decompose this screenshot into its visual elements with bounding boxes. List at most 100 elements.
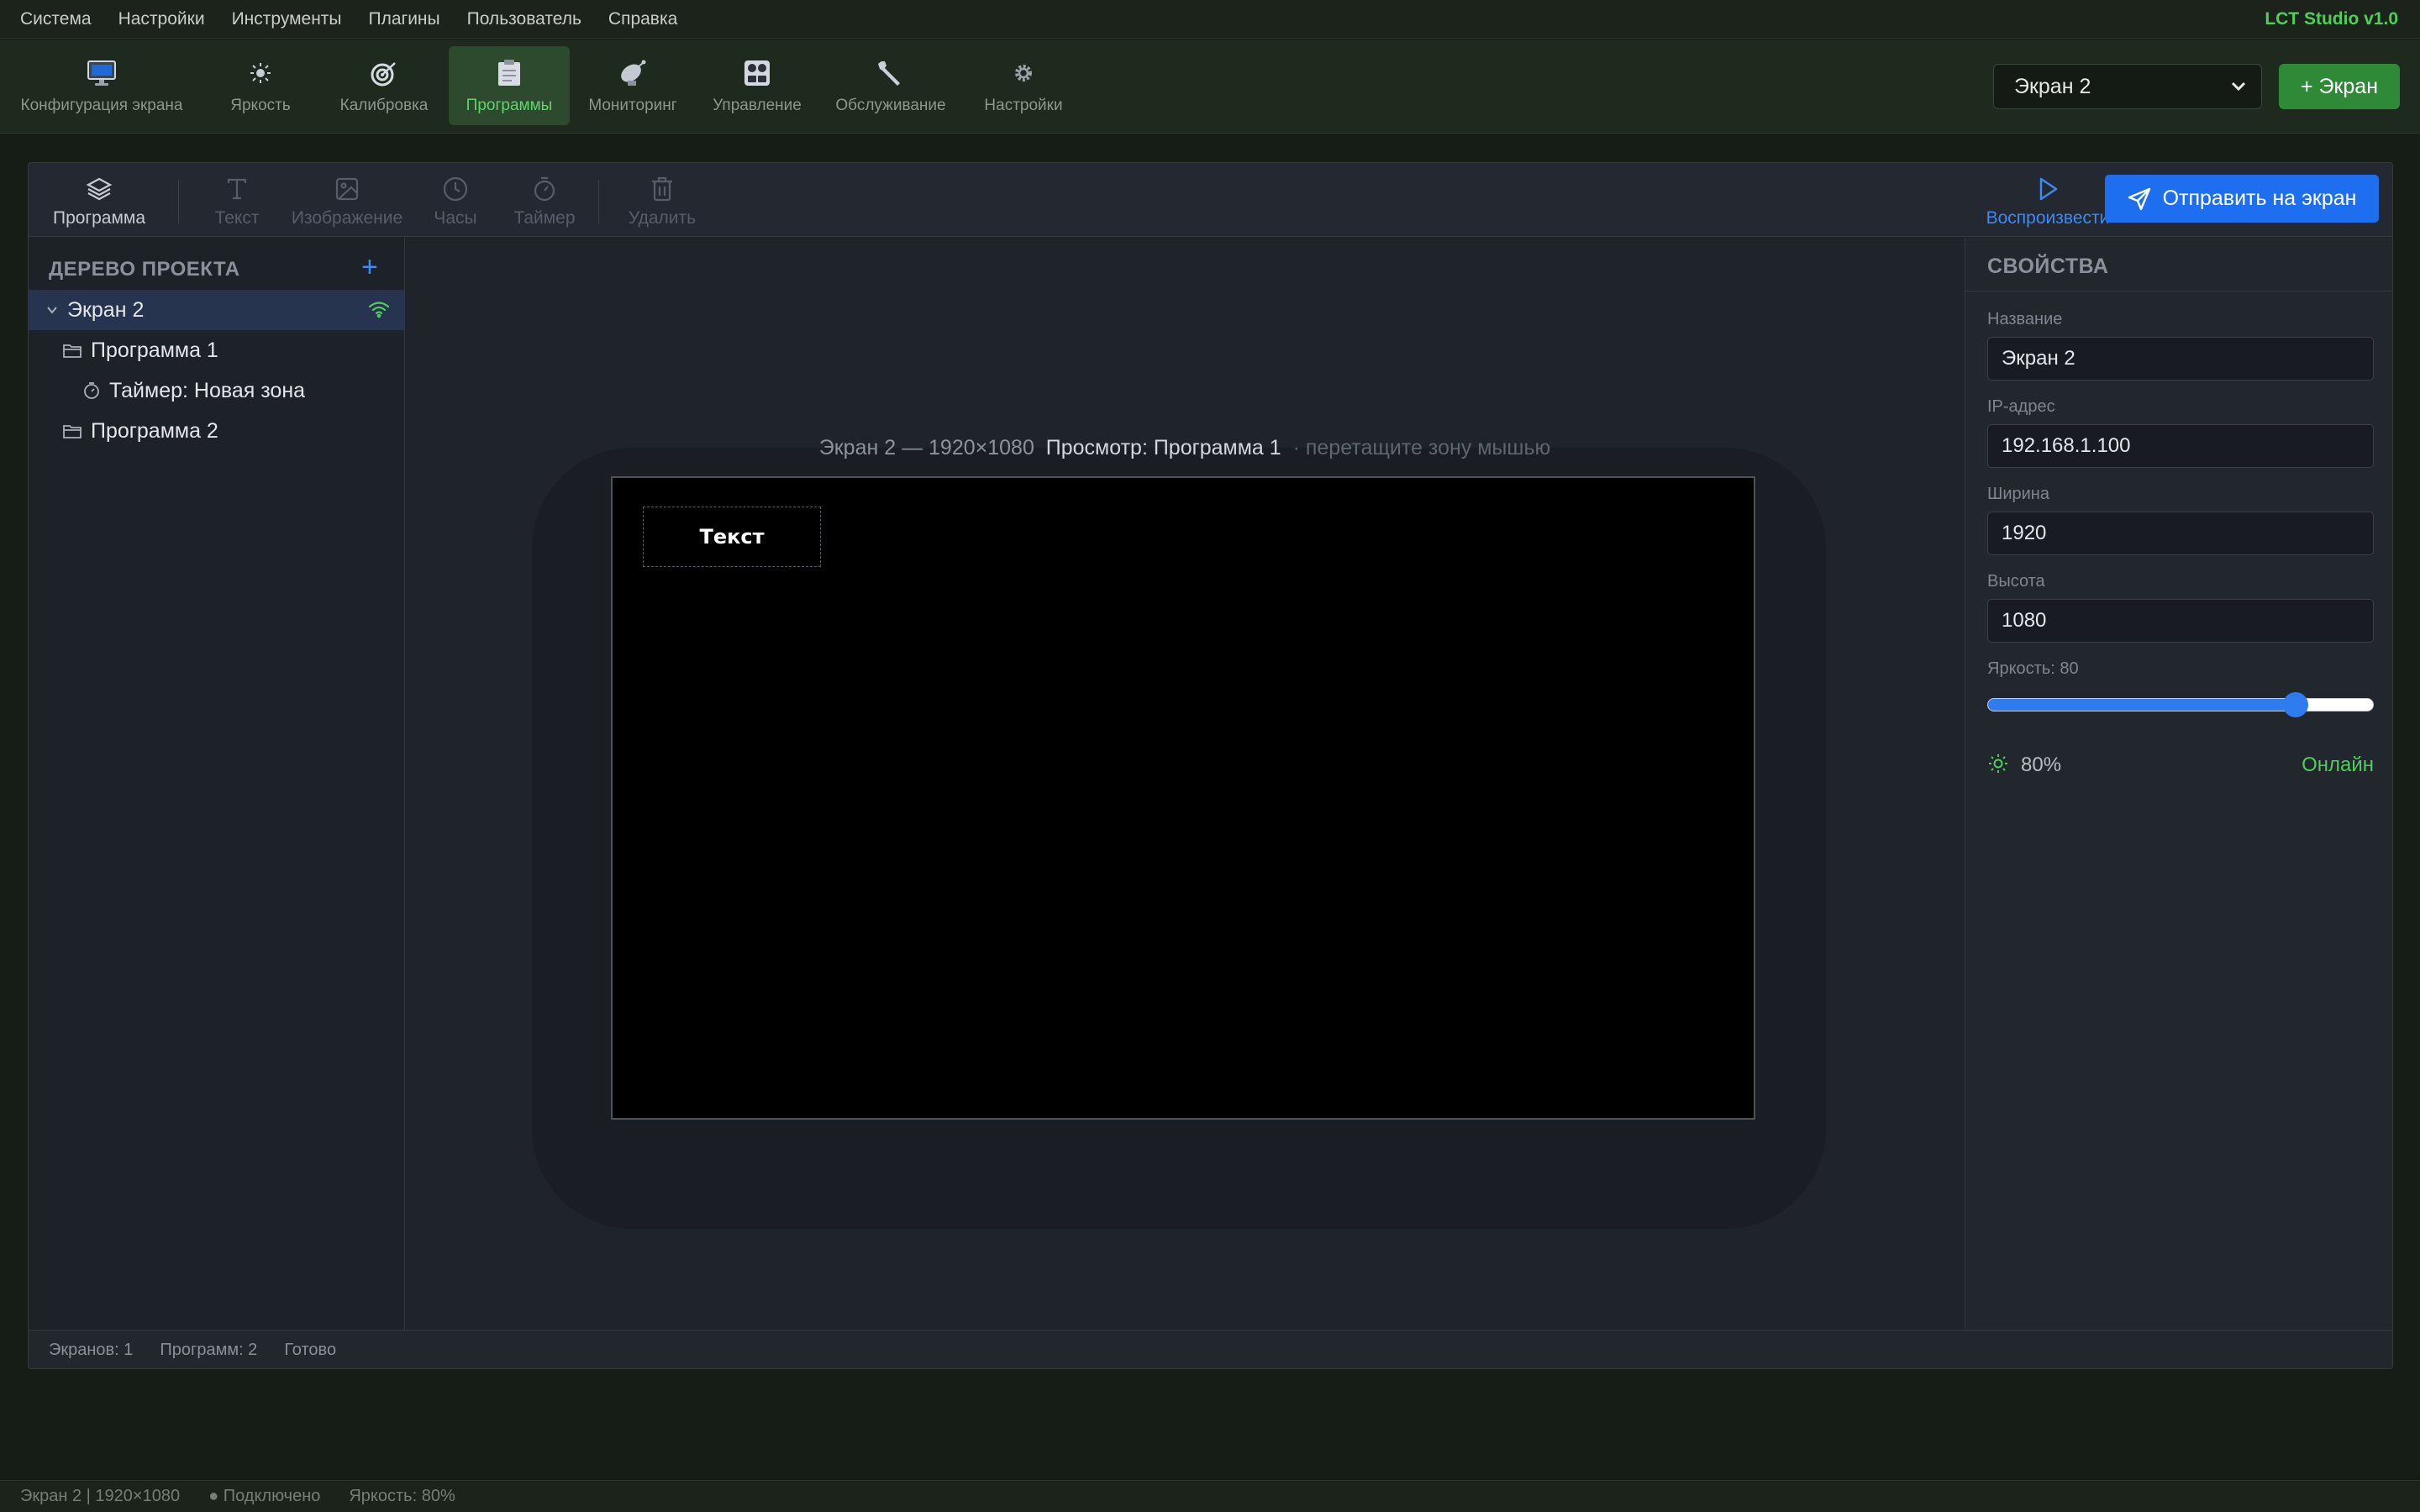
monitor-icon bbox=[85, 56, 118, 90]
menu-bar: Система Настройки Инструменты Плагины По… bbox=[0, 0, 2420, 39]
text-label: Текст bbox=[214, 208, 260, 228]
project-tree-title: ДЕРЕВО ПРОЕКТА bbox=[49, 258, 240, 281]
screen-select-value: Экран 2 bbox=[2014, 74, 2091, 98]
app-brand: LCT Studio v1.0 bbox=[2265, 9, 2398, 29]
status-brightness: Яркость: 80% bbox=[349, 1487, 455, 1505]
delete-label: Удалить bbox=[628, 208, 697, 228]
menu-help[interactable]: Справка bbox=[608, 9, 677, 29]
toolbar-label: Обслуживание bbox=[835, 97, 946, 114]
gear-icon bbox=[1007, 56, 1040, 90]
program-label: Программа bbox=[52, 208, 146, 228]
name-field[interactable]: Экран 2 bbox=[1987, 337, 2374, 381]
add-clock-button[interactable]: Часы bbox=[422, 170, 489, 234]
send-icon bbox=[2128, 187, 2150, 210]
program-button[interactable]: Программа bbox=[49, 170, 150, 234]
brightness-slider[interactable] bbox=[1987, 692, 2374, 717]
project-status-bar: Экранов: 1 Программ: 2 Готово bbox=[29, 1330, 2392, 1368]
properties-panel: СВОЙСТВА Название Экран 2 IP-адрес 192.1… bbox=[1965, 238, 2392, 1330]
caption-hint: · перетащите зону мышью bbox=[1292, 436, 1551, 459]
menu-tools[interactable]: Инструменты bbox=[232, 9, 342, 29]
wrench-icon bbox=[874, 56, 908, 90]
layers-icon bbox=[85, 175, 113, 203]
toolbar-programs[interactable]: Программы bbox=[449, 46, 570, 125]
clock-icon bbox=[441, 175, 470, 203]
tree-item-label: Экран 2 bbox=[67, 297, 145, 322]
tree-item-label: Программа 2 bbox=[91, 418, 218, 443]
tree-add-button[interactable]: + bbox=[361, 253, 378, 281]
text-zone[interactable]: Текст bbox=[643, 507, 821, 567]
add-timer-button[interactable]: Таймер bbox=[502, 170, 587, 234]
brightness-label: Яркость: 80 bbox=[1987, 659, 2079, 678]
brightness-status-row: 80% Онлайн bbox=[1987, 748, 2374, 782]
toolbar-monitoring[interactable]: Мониторинг bbox=[583, 46, 682, 125]
delete-button[interactable]: Удалить bbox=[620, 170, 704, 234]
app-status-bar: Экран 2 | 1920×1080 ● Подключено Яркость… bbox=[0, 1480, 2420, 1512]
clock-label: Часы bbox=[434, 208, 477, 228]
toolbar-label: Настройки bbox=[984, 97, 1063, 114]
toolbar-calibration[interactable]: Калибровка bbox=[333, 46, 435, 125]
timer-icon bbox=[530, 175, 559, 203]
clipboard-icon bbox=[492, 56, 526, 90]
caption-dimensions: Экран 2 — 1920×1080 bbox=[818, 436, 1034, 459]
program-toolbar: Программа Текст Изображение Часы Таймер bbox=[29, 163, 2392, 237]
status-connection: ● Подключено bbox=[208, 1487, 321, 1505]
sun-icon bbox=[244, 56, 277, 90]
status-screen: Экран 2 | 1920×1080 bbox=[20, 1487, 181, 1505]
toolbar-divider bbox=[598, 180, 599, 223]
wifi-icon bbox=[368, 300, 390, 324]
width-field[interactable]: 1920 bbox=[1987, 512, 2374, 555]
target-icon bbox=[367, 56, 401, 90]
toolbar-maintenance[interactable]: Обслуживание bbox=[832, 46, 950, 125]
brightness-slider-fill bbox=[1988, 699, 2296, 711]
sun-icon bbox=[1987, 753, 2009, 779]
properties-header: СВОЙСТВА bbox=[1965, 238, 2392, 291]
brightness-slider-thumb[interactable] bbox=[2283, 692, 2309, 717]
control-panel-icon bbox=[740, 56, 774, 90]
satellite-icon bbox=[616, 56, 650, 90]
online-status: Онлайн bbox=[2302, 753, 2374, 776]
timer-icon bbox=[82, 381, 101, 400]
add-screen-button[interactable]: + Экран bbox=[2279, 64, 2400, 109]
workspace: Программа Текст Изображение Часы Таймер bbox=[28, 162, 2393, 1369]
ready-status: Готово bbox=[284, 1341, 337, 1359]
screen-select[interactable]: Экран 2 bbox=[1993, 64, 2262, 109]
image-label: Изображение bbox=[291, 208, 403, 228]
width-label: Ширина bbox=[1987, 485, 2049, 503]
menu-plugins[interactable]: Плагины bbox=[369, 9, 440, 29]
tree-item-program-1[interactable]: Программа 1 bbox=[29, 330, 405, 370]
toolbar-label: Управление bbox=[713, 97, 802, 114]
play-label: Воспроизвести bbox=[1986, 208, 2110, 228]
send-to-screen-button[interactable]: Отправить на экран bbox=[2105, 175, 2379, 223]
tree-item-program-2[interactable]: Программа 2 bbox=[29, 411, 405, 451]
add-text-button[interactable]: Текст bbox=[203, 170, 271, 234]
height-label: Высота bbox=[1987, 572, 2045, 591]
menu-system[interactable]: Система bbox=[20, 9, 92, 29]
screen-preview[interactable]: Текст bbox=[611, 476, 1755, 1120]
menu-user[interactable]: Пользователь bbox=[467, 9, 581, 29]
main-toolbar: Конфигурация экрана Яркость Калибровка П… bbox=[0, 39, 2420, 134]
toolbar-settings[interactable]: Настройки bbox=[978, 46, 1069, 125]
folder-icon bbox=[62, 342, 82, 359]
toolbar-brightness[interactable]: Яркость bbox=[218, 46, 302, 125]
height-field[interactable]: 1080 bbox=[1987, 599, 2374, 643]
tree-item-label: Таймер: Новая зона bbox=[109, 378, 306, 402]
chevron-down-icon bbox=[45, 303, 59, 317]
text-icon bbox=[223, 175, 251, 203]
canvas-area: Экран 2 — 1920×1080 Просмотр: Программа … bbox=[406, 238, 1964, 1330]
toolbar-screen-config[interactable]: Конфигурация экрана bbox=[17, 46, 187, 125]
toolbar-control[interactable]: Управление bbox=[708, 46, 807, 125]
image-icon bbox=[333, 175, 361, 203]
project-tree-panel: ДЕРЕВО ПРОЕКТА + Экран 2 Программа 1 Тай… bbox=[29, 238, 405, 1330]
screens-count: Экранов: 1 bbox=[49, 1341, 134, 1359]
name-label: Название bbox=[1987, 310, 2063, 328]
toolbar-label: Конфигурация экрана bbox=[20, 97, 183, 114]
toolbar-label: Калибровка bbox=[339, 97, 429, 114]
add-image-button[interactable]: Изображение bbox=[284, 170, 410, 234]
programs-count: Программ: 2 bbox=[160, 1341, 258, 1359]
tree-item-timer-zone[interactable]: Таймер: Новая зона bbox=[29, 370, 405, 411]
menu-settings[interactable]: Настройки bbox=[118, 9, 205, 29]
tree-item-screen[interactable]: Экран 2 bbox=[29, 290, 405, 330]
folder-icon bbox=[62, 423, 82, 439]
ip-label: IP-адрес bbox=[1987, 397, 2055, 416]
ip-field[interactable]: 192.168.1.100 bbox=[1987, 424, 2374, 468]
